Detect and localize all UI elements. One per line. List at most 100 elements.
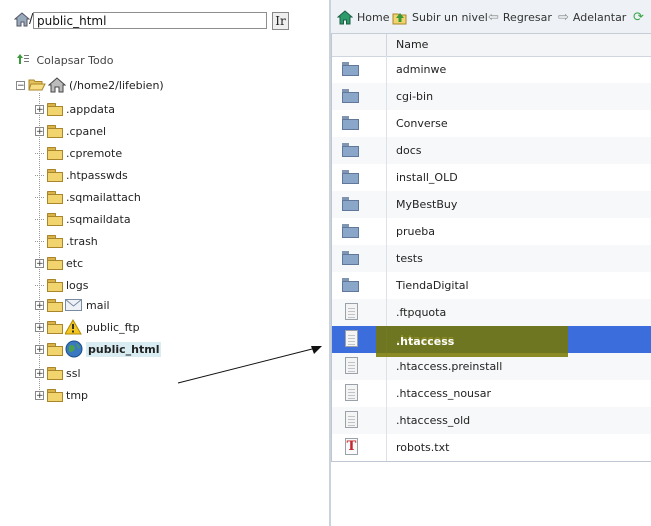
folder-icon xyxy=(47,125,63,138)
file-row[interactable]: .htaccess.preinstall xyxy=(332,353,651,380)
file-row[interactable]: .ftpquota xyxy=(332,299,651,326)
tree-item-label: public_html xyxy=(86,341,162,357)
tree-item-label: .sqmailattach xyxy=(66,190,141,204)
expand-toggle[interactable]: + xyxy=(35,300,44,310)
file-name: .htaccess_nousar xyxy=(396,387,492,400)
folder-icon xyxy=(47,147,63,160)
tree-item-sqmaildata[interactable]: .sqmaildata xyxy=(35,210,131,228)
ftp-warning-icon xyxy=(65,319,82,335)
globe-icon xyxy=(65,340,83,358)
home-button-label: Home xyxy=(357,10,390,24)
file-icon xyxy=(345,357,358,374)
folder-icon xyxy=(342,224,360,238)
file-row[interactable]: Trobots.txt xyxy=(332,434,651,461)
folder-icon xyxy=(342,62,360,76)
tree-item-cpanel[interactable]: + .cpanel xyxy=(35,122,106,140)
file-row[interactable]: tests xyxy=(332,245,651,272)
folder-icon xyxy=(47,169,63,182)
home-button[interactable]: Home xyxy=(337,9,389,25)
folder-icon xyxy=(47,279,63,292)
file-row[interactable]: MyBestBuy xyxy=(332,191,651,218)
file-row[interactable]: install_OLD xyxy=(332,164,651,191)
file-row[interactable]: docs xyxy=(332,137,651,164)
folder-icon xyxy=(47,343,63,356)
up-level-button[interactable]: Subir un nivel xyxy=(392,9,488,25)
expand-toggle[interactable]: + xyxy=(35,126,44,136)
expand-toggle[interactable]: + xyxy=(35,344,44,354)
collapse-all-link[interactable]: Colapsar Todo xyxy=(16,53,113,67)
name-column-header[interactable]: Name xyxy=(396,38,428,51)
file-name: .ftpquota xyxy=(396,306,447,319)
tree-item-label: .cpanel xyxy=(66,124,107,138)
home-icon xyxy=(48,77,66,93)
tree-root-label: (/home2/lifebien) xyxy=(69,78,164,92)
folder-icon xyxy=(47,191,63,204)
file-row[interactable]: Converse xyxy=(332,110,651,137)
expand-toggle[interactable]: + xyxy=(35,258,44,268)
tree-item-label: tmp xyxy=(66,388,89,402)
forward-button[interactable]: ⇨ Adelantar xyxy=(558,9,626,25)
expand-toggle[interactable]: + xyxy=(35,322,44,332)
text-file-icon: T xyxy=(345,438,358,455)
file-name: TiendaDigital xyxy=(396,279,469,292)
tree-item-ssl[interactable]: + ssl xyxy=(35,364,81,382)
folder-icon xyxy=(47,389,63,402)
tree-item-appdata[interactable]: + .appdata xyxy=(35,100,115,118)
tree-item-label: mail xyxy=(86,298,110,312)
folder-icon xyxy=(47,299,63,312)
file-row[interactable]: adminwe xyxy=(332,56,651,83)
file-row[interactable]: .htaccess_nousar xyxy=(332,380,651,407)
tree-item-label: .htpasswds xyxy=(66,168,128,182)
file-name: .htaccess.preinstall xyxy=(396,360,503,373)
collapse-toggle[interactable]: − xyxy=(16,80,25,90)
tree-item-public-html[interactable]: + public_html xyxy=(35,340,162,358)
tree-item-htpasswds[interactable]: .htpasswds xyxy=(35,166,128,184)
tree-item-mail[interactable]: + mail xyxy=(35,296,110,314)
file-row[interactable]: TiendaDigital xyxy=(332,272,651,299)
tree-item-label: .sqmaildata xyxy=(66,212,131,226)
file-name: MyBestBuy xyxy=(396,198,458,211)
folder-icon xyxy=(47,235,63,248)
file-icon xyxy=(345,303,358,320)
home-path-icon[interactable] xyxy=(14,12,30,28)
tree-item-logs[interactable]: logs xyxy=(35,276,89,294)
tree-item-public-ftp[interactable]: + public_ftp xyxy=(35,318,140,336)
folder-icon xyxy=(47,367,63,380)
tree-item-sqmailattach[interactable]: .sqmailattach xyxy=(35,188,141,206)
file-list-header: Name xyxy=(332,34,651,57)
tree-item-tmp[interactable]: + tmp xyxy=(35,386,88,404)
collapse-all-label: Colapsar Todo xyxy=(36,54,114,67)
tree-root-node[interactable]: − (/home2/lifebien) xyxy=(16,76,164,94)
tree-item-label: logs xyxy=(66,278,89,292)
tree-item-etc[interactable]: + etc xyxy=(35,254,83,272)
back-button[interactable]: ⇦ Regresar xyxy=(488,9,552,25)
tree-item-trash[interactable]: .trash xyxy=(35,232,98,250)
file-row[interactable]: .htaccess_old xyxy=(332,407,651,434)
reload-button[interactable]: ⟳ xyxy=(633,9,648,25)
folder-tree-pane: / Ir Colapsar Todo − (/home2/lifebien) +… xyxy=(0,0,329,526)
tree-item-label: .cpremote xyxy=(66,146,123,160)
folder-icon xyxy=(342,170,360,184)
file-name: prueba xyxy=(396,225,435,238)
path-input[interactable] xyxy=(33,12,267,29)
tree-item-label: ssl xyxy=(66,366,81,380)
folder-up-icon xyxy=(392,12,407,24)
go-button[interactable]: Ir xyxy=(272,12,289,30)
file-name: docs xyxy=(396,144,422,157)
reload-icon: ⟳ xyxy=(633,9,644,25)
tree-item-cpremote[interactable]: .cpremote xyxy=(35,144,122,162)
up-level-label: Subir un nivel xyxy=(412,10,488,24)
folder-icon xyxy=(47,257,63,270)
tree-item-label: .trash xyxy=(66,234,98,248)
expand-toggle[interactable]: + xyxy=(35,390,44,400)
back-button-label: Regresar xyxy=(502,10,552,24)
file-icon xyxy=(345,330,358,347)
file-name: tests xyxy=(396,252,423,265)
tree-item-label: .appdata xyxy=(66,102,115,116)
expand-toggle[interactable]: + xyxy=(35,104,44,114)
file-row[interactable]: cgi-bin xyxy=(332,83,651,110)
file-list: Name adminwe cgi-bin Converse docs insta… xyxy=(331,34,651,462)
file-name: install_OLD xyxy=(396,171,458,184)
file-row[interactable]: prueba xyxy=(332,218,651,245)
expand-toggle[interactable]: + xyxy=(35,368,44,378)
